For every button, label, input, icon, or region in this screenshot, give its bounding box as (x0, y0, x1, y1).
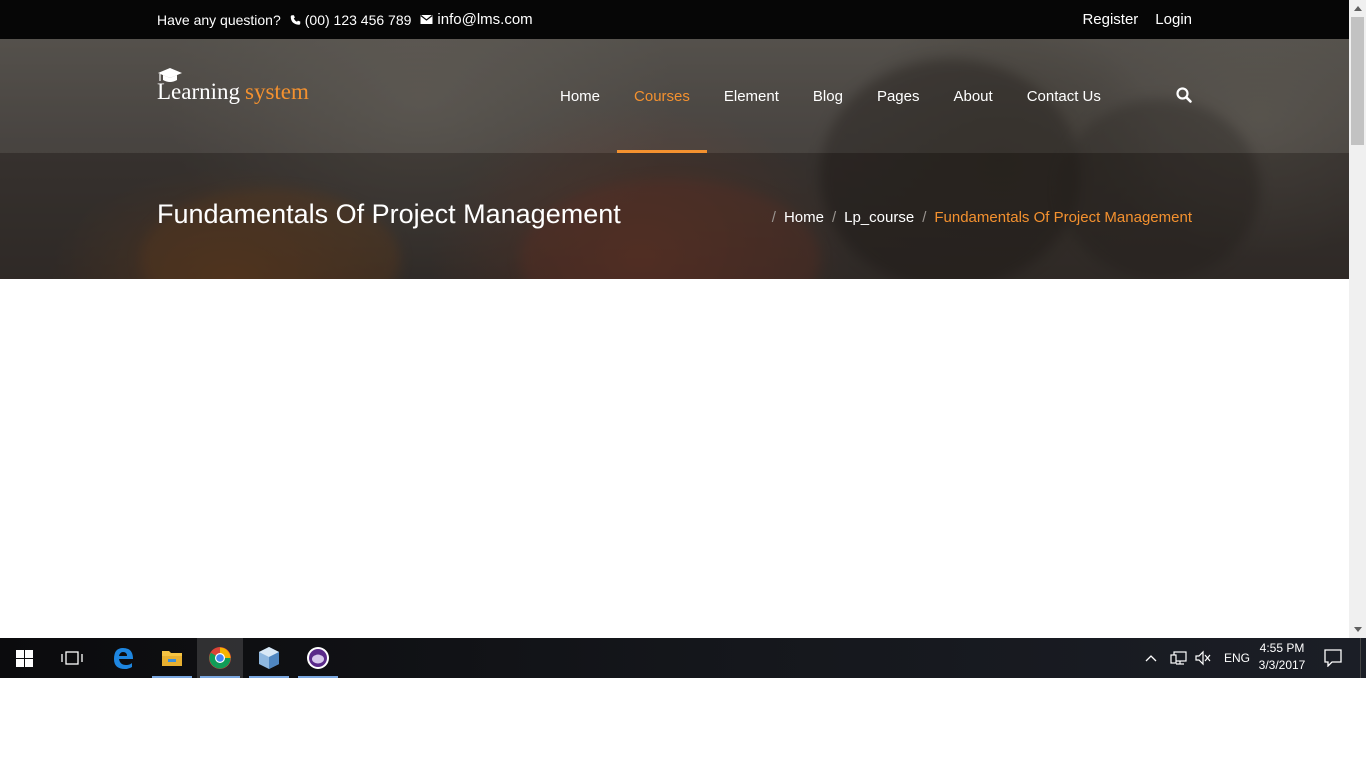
clock-time: 4:55 PM (1259, 641, 1305, 655)
clock-date: 3/3/2017 (1258, 658, 1306, 672)
running-indicator (152, 676, 192, 678)
running-indicator (200, 676, 240, 678)
scrollbar-thumb[interactable] (1351, 17, 1364, 145)
phone-link[interactable]: (00) 123 456 789 (290, 11, 412, 28)
edge-icon (114, 648, 133, 669)
running-indicator (249, 676, 289, 678)
logo-text-system: system (245, 79, 309, 104)
main-nav: Home Courses Element Blog Pages About Co… (543, 39, 1118, 153)
file-explorer-taskbar-button[interactable] (149, 638, 195, 678)
question-label: Have any question? (157, 11, 281, 28)
nav-item-blog[interactable]: Blog (796, 39, 860, 153)
taskbar-clock[interactable]: 4:55 PM 3/3/2017 (1254, 640, 1310, 674)
edge-taskbar-button[interactable] (100, 638, 146, 678)
auth-links: Register Login (1065, 0, 1192, 39)
chrome-icon (209, 647, 231, 669)
search-icon[interactable] (1175, 86, 1193, 104)
windows-taskbar: ENG 4:55 PM 3/3/2017 (0, 638, 1366, 678)
running-indicator (298, 676, 338, 678)
breadcrumb: / Home / Lp_course / Fundamentals Of Pro… (764, 209, 1192, 226)
scroll-down-arrow-icon[interactable] (1349, 621, 1366, 638)
page-title: Fundamentals Of Project Management (157, 199, 621, 229)
task-view-icon (61, 651, 83, 665)
register-link[interactable]: Register (1082, 11, 1138, 28)
login-link[interactable]: Login (1155, 11, 1192, 28)
nav-item-element[interactable]: Element (707, 39, 796, 153)
top-bar: Have any question? (00) 123 456 789 info… (0, 0, 1349, 39)
volume-muted-icon[interactable] (1194, 650, 1212, 666)
breadcrumb-separator: / (831, 209, 837, 226)
nav-item-about[interactable]: About (936, 39, 1009, 153)
phone-number: (00) 123 456 789 (304, 11, 412, 28)
nav-item-home[interactable]: Home (543, 39, 617, 153)
breadcrumb-lp-course[interactable]: Lp_course (844, 209, 914, 226)
network-icon[interactable] (1170, 650, 1188, 666)
browser-viewport: Learning system Home Courses Element Blo… (0, 0, 1349, 638)
task-view-button[interactable] (49, 638, 95, 678)
email-address: info@lms.com (437, 11, 533, 28)
phone-icon (290, 14, 301, 25)
contact-info: Have any question? (00) 123 456 789 info… (157, 0, 533, 39)
graduation-cap-icon (158, 68, 182, 82)
hero-header: Learning system Home Courses Element Blo… (0, 39, 1349, 279)
system-tray: ENG (1144, 638, 1250, 678)
site-logo[interactable]: Learning system (157, 68, 309, 105)
nav-item-contact-us[interactable]: Contact Us (1010, 39, 1118, 153)
breadcrumb-separator: / (922, 209, 927, 226)
action-center-icon[interactable] (1324, 649, 1342, 667)
envelope-icon (420, 15, 433, 24)
vertical-scrollbar[interactable] (1349, 0, 1366, 638)
nav-item-pages[interactable]: Pages (860, 39, 937, 153)
nav-item-courses[interactable]: Courses (617, 39, 707, 153)
show-desktop-button[interactable] (1360, 638, 1366, 678)
chrome-taskbar-button[interactable] (197, 638, 243, 678)
chevron-up-icon[interactable] (1144, 653, 1158, 663)
language-indicator[interactable]: ENG (1224, 651, 1250, 665)
scroll-up-arrow-icon[interactable] (1349, 0, 1366, 17)
breadcrumb-home[interactable]: Home (784, 209, 824, 226)
windows-start-icon (15, 649, 33, 667)
virtualbox-taskbar-button[interactable] (246, 638, 292, 678)
app-icon (307, 647, 329, 669)
email-link[interactable]: info@lms.com (420, 11, 533, 28)
purple-app-taskbar-button[interactable] (295, 638, 341, 678)
breadcrumb-separator: / (771, 209, 776, 226)
virtualbox-icon (259, 647, 279, 669)
start-button[interactable] (1, 638, 47, 678)
breadcrumb-current: Fundamentals Of Project Management (934, 209, 1192, 226)
file-explorer-icon (162, 651, 182, 666)
